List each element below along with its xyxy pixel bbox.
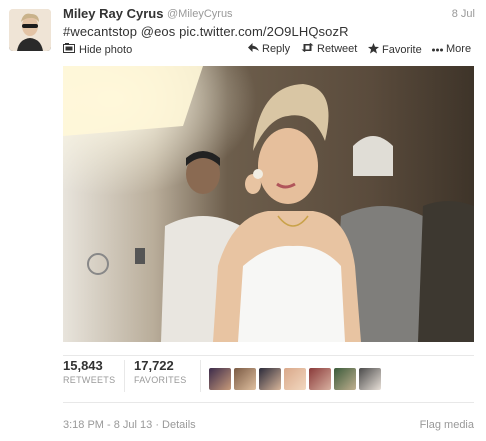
hide-photo-link[interactable]: Hide photo <box>63 43 132 56</box>
author-fullname[interactable]: Miley Ray Cyrus <box>63 6 163 21</box>
photo-icon <box>63 43 75 56</box>
hide-photo-label: Hide photo <box>79 43 133 56</box>
retweets-label: RETWEETS <box>63 375 116 385</box>
tweet-timestamp[interactable]: 3:18 PM - 8 Jul 13 · Details <box>63 419 196 431</box>
tweet-header: Miley Ray Cyrus @MileyCyrus 8 Jul <box>63 6 477 26</box>
more-label: More <box>446 43 472 55</box>
retweet-icon <box>301 43 314 55</box>
stat-divider <box>200 360 201 392</box>
reply-button[interactable]: Reply <box>248 43 290 55</box>
reply-arrow-icon <box>248 43 259 55</box>
retweets-count: 15,843 <box>63 358 103 373</box>
flag-media-link[interactable]: Flag media <box>420 419 474 431</box>
favoriter-avatar[interactable] <box>334 368 356 390</box>
tweet-stats: 15,843 RETWEETS 17,722 FAVORITES <box>63 358 474 398</box>
retweet-button[interactable]: Retweet <box>301 43 357 55</box>
tweet-actions: Hide photo Reply Retweet Favorite More <box>63 43 477 59</box>
favoriter-avatar[interactable] <box>284 368 306 390</box>
ellipsis-icon <box>432 44 443 55</box>
favorite-button[interactable]: Favorite <box>368 43 422 57</box>
author-username[interactable]: @MileyCyrus <box>167 8 233 20</box>
favoriter-avatars <box>209 368 381 390</box>
avatar[interactable] <box>9 9 51 51</box>
star-icon <box>368 43 379 57</box>
favoriter-avatar[interactable] <box>209 368 231 390</box>
favoriter-avatar[interactable] <box>309 368 331 390</box>
favorites-count: 17,722 <box>134 358 174 373</box>
retweets-stat[interactable]: 15,843 RETWEETS <box>63 358 115 385</box>
favoriter-avatar[interactable] <box>234 368 256 390</box>
favoriter-avatar[interactable] <box>259 368 281 390</box>
more-button[interactable]: More <box>432 43 471 55</box>
stat-divider <box>124 360 125 392</box>
tweet-date[interactable]: 8 Jul <box>452 8 475 20</box>
favorite-label: Favorite <box>382 44 422 56</box>
divider-top <box>63 355 474 356</box>
tweet-text: #wecantstop @eos pic.twitter.com/2O9LHQs… <box>63 24 349 39</box>
divider-bottom <box>63 402 474 403</box>
favoriter-avatar[interactable] <box>359 368 381 390</box>
favorites-stat[interactable]: 17,722 FAVORITES <box>134 358 187 385</box>
reply-label: Reply <box>262 43 291 55</box>
tweet-photo[interactable] <box>63 66 474 342</box>
favorites-label: FAVORITES <box>134 375 187 385</box>
retweet-label: Retweet <box>317 43 358 55</box>
